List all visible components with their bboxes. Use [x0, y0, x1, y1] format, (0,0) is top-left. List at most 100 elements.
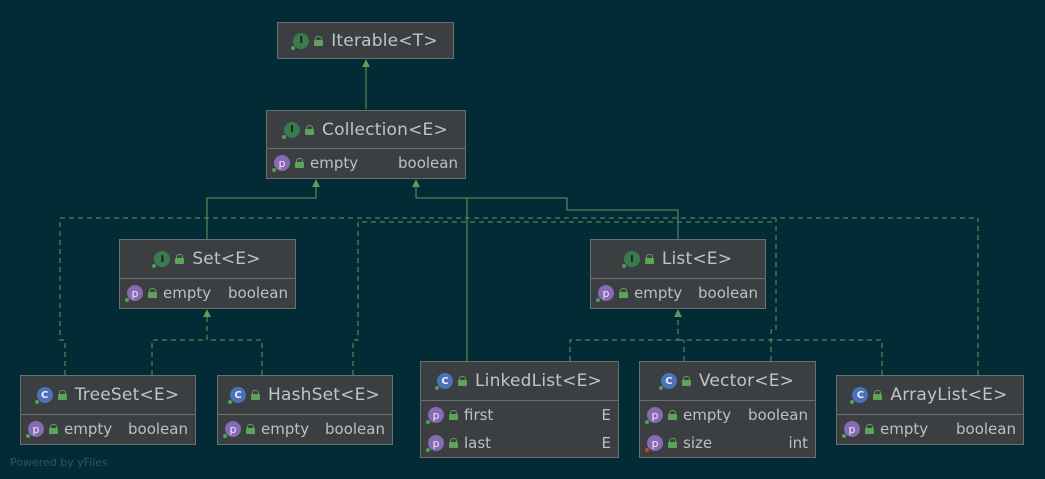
field-row: p empty boolean: [591, 279, 765, 307]
iterable-node[interactable]: I Iterable<T>: [277, 22, 454, 59]
linkedlist-node[interactable]: C LinkedList<E> p first E p last E: [420, 361, 619, 458]
edge-list-collection: [412, 179, 679, 239]
protected-property-icon: p: [645, 435, 663, 452]
public-lock-icon: [457, 376, 467, 386]
field-row: p first E: [421, 401, 618, 429]
field-name: first: [464, 406, 494, 424]
field-type: boolean: [398, 154, 458, 172]
field-name: empty: [634, 284, 683, 302]
node-title: Set<E>: [192, 249, 261, 269]
node-header: C TreeSet<E>: [21, 376, 195, 415]
node-fields: p empty boolean: [837, 415, 1023, 443]
public-lock-icon: [148, 288, 157, 298]
public-lock-icon: [668, 410, 677, 420]
property-icon: p: [272, 155, 290, 172]
set-node[interactable]: I Set<E> p empty boolean: [119, 239, 296, 309]
list-node[interactable]: I List<E> p empty boolean: [590, 239, 766, 309]
field-name: last: [464, 434, 492, 452]
public-lock-icon: [314, 35, 324, 46]
node-title: Vector<E>: [698, 371, 795, 391]
public-lock-icon: [644, 254, 654, 264]
field-row: p empty boolean: [218, 415, 392, 443]
field-name: empty: [64, 420, 113, 438]
public-lock-icon: [449, 410, 458, 420]
field-type: E: [601, 406, 611, 424]
edge-set-collection: [206, 179, 320, 239]
field-row: p empty boolean: [640, 401, 815, 429]
field-type: E: [601, 434, 611, 452]
interface-icon: I: [621, 251, 640, 268]
public-lock-icon: [295, 158, 304, 168]
public-lock-icon: [449, 438, 458, 448]
field-type: int: [788, 434, 808, 452]
node-header: C HashSet<E>: [218, 376, 392, 415]
interface-icon: I: [291, 32, 310, 50]
collection-node[interactable]: I Collection<E> p empty boolean: [266, 110, 466, 179]
public-lock-icon: [619, 288, 628, 298]
public-lock-icon: [49, 424, 58, 434]
field-type: boolean: [128, 420, 188, 438]
property-icon: p: [842, 421, 860, 438]
node-title: Iterable<T>: [331, 30, 438, 51]
property-icon: p: [645, 407, 663, 424]
node-fields: p empty boolean: [218, 415, 392, 443]
property-icon: p: [596, 285, 614, 302]
node-title: LinkedList<E>: [474, 371, 602, 391]
vector-node[interactable]: C Vector<E> p empty boolean p size int: [639, 361, 816, 458]
public-lock-icon: [251, 390, 260, 400]
edge-hashset-set: [207, 339, 263, 375]
public-lock-icon: [57, 390, 67, 400]
field-row: p empty boolean: [267, 149, 465, 177]
class-icon: C: [658, 373, 677, 390]
node-title: TreeSet<E>: [74, 385, 180, 405]
field-name: empty: [163, 284, 212, 302]
field-name: empty: [261, 420, 310, 438]
property-icon: p: [426, 407, 444, 424]
property-icon: p: [426, 435, 444, 452]
node-header: I Collection<E>: [267, 111, 465, 149]
property-icon: p: [125, 285, 143, 302]
node-header: I Iterable<T>: [278, 23, 453, 58]
field-row: p empty boolean: [837, 415, 1023, 443]
public-lock-icon: [873, 390, 883, 400]
hashset-node[interactable]: C HashSet<E> p empty boolean: [217, 375, 393, 445]
field-row: p empty boolean: [21, 415, 195, 443]
field-row: p size int: [640, 429, 815, 457]
treeset-node[interactable]: C TreeSet<E> p empty boolean: [20, 375, 196, 445]
public-lock-icon: [246, 424, 255, 434]
field-row: p empty boolean: [120, 279, 295, 307]
interface-icon: I: [152, 251, 171, 268]
public-lock-icon: [305, 124, 315, 135]
class-icon: C: [850, 387, 869, 404]
node-header: I List<E>: [591, 240, 765, 279]
field-name: size: [683, 434, 713, 452]
public-lock-icon: [668, 438, 677, 448]
arraylist-node[interactable]: C ArrayList<E> p empty boolean: [836, 375, 1024, 445]
class-icon: C: [34, 387, 53, 404]
node-header: I Set<E>: [120, 240, 295, 279]
field-type: boolean: [748, 406, 808, 424]
field-row: p last E: [421, 429, 618, 457]
node-title: ArrayList<E>: [890, 385, 1008, 405]
node-title: List<E>: [661, 249, 733, 269]
node-header: C Vector<E>: [640, 362, 815, 401]
property-icon: p: [223, 421, 241, 438]
field-name: empty: [880, 420, 929, 438]
edge-treeset-set: [151, 309, 211, 375]
node-fields: p empty boolean: [267, 149, 465, 177]
public-lock-icon: [681, 376, 691, 386]
node-title: HashSet<E>: [268, 385, 380, 405]
node-fields: p first E p last E: [421, 401, 618, 457]
field-name: empty: [683, 406, 732, 424]
field-name: empty: [310, 154, 359, 172]
public-lock-icon: [865, 424, 874, 434]
property-icon: p: [26, 421, 44, 438]
field-type: boolean: [698, 284, 758, 302]
class-icon: C: [434, 373, 453, 390]
node-header: C ArrayList<E>: [837, 376, 1023, 415]
node-fields: p empty boolean: [591, 279, 765, 307]
node-fields: p empty boolean: [120, 279, 295, 307]
class-icon: C: [228, 387, 246, 404]
field-type: boolean: [956, 420, 1016, 438]
node-fields: p empty boolean: [21, 415, 195, 443]
